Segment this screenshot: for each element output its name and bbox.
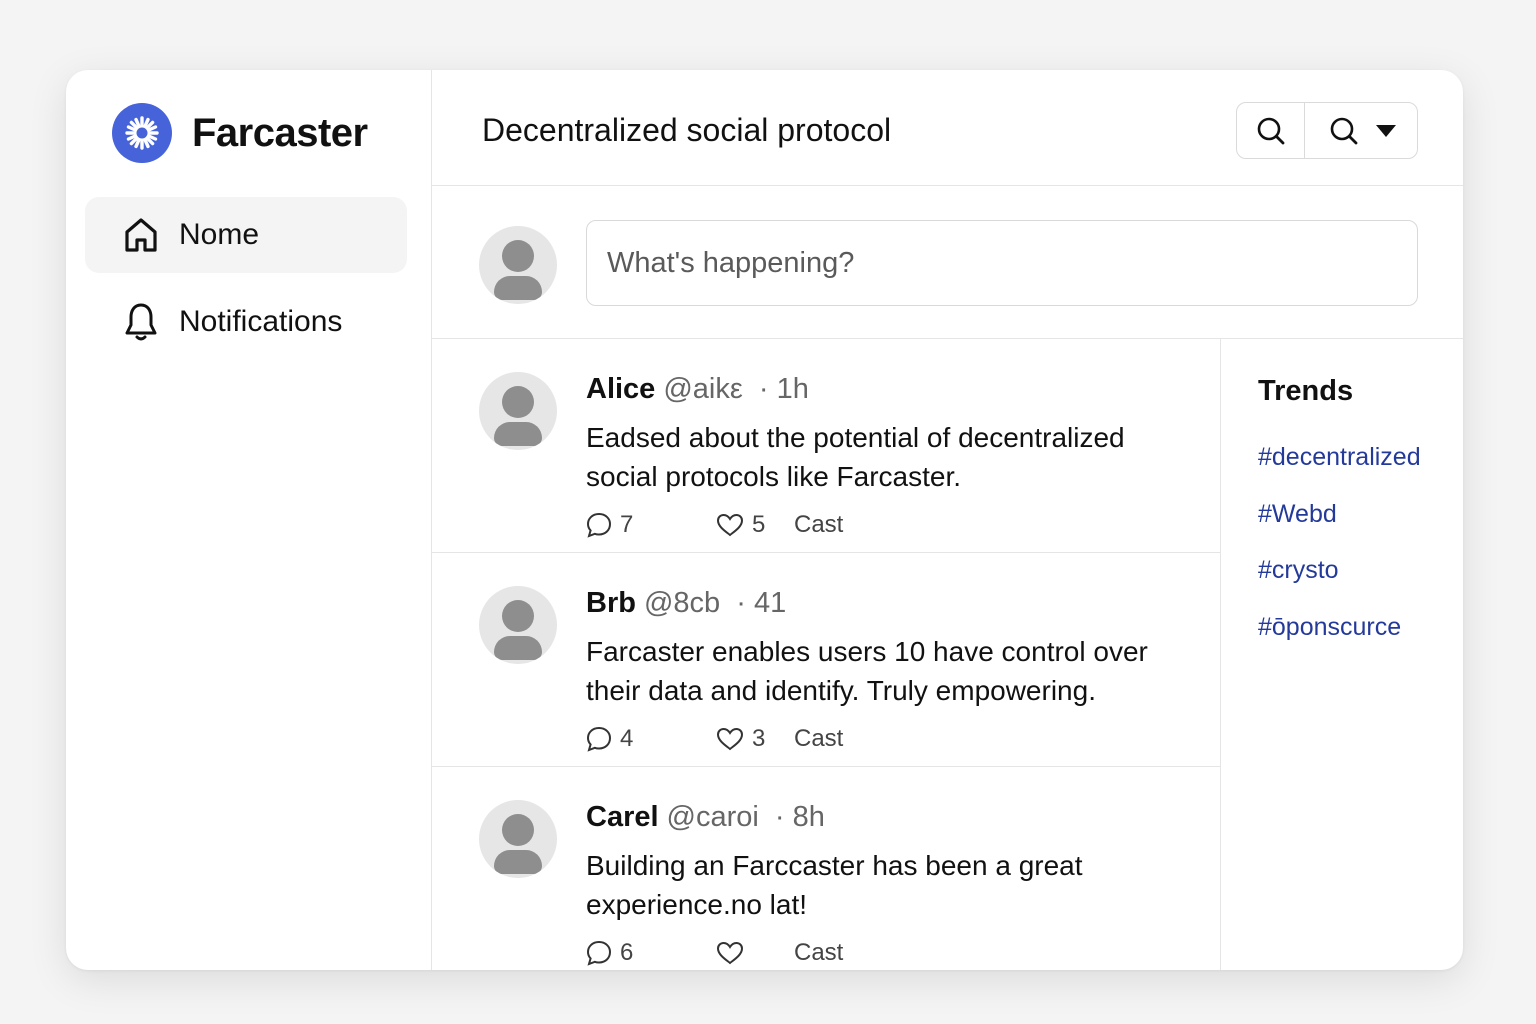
comment-icon [586,726,612,752]
cast-button[interactable]: Cast [794,939,843,967]
comment-icon [586,512,612,538]
feed: Alice @aikε · 1h Eadsed about the potenti… [432,339,1221,970]
compose-input[interactable] [586,220,1418,306]
main-panel: Decentralized social protocol What's hap… [432,70,1463,970]
heart-icon [716,727,744,751]
post-time: 8h [792,801,825,833]
post-header: Carel @caroi · 8h [586,801,825,834]
trend-link[interactable]: #ōponscurce [1258,613,1401,642]
cast-button[interactable]: Cast [794,511,843,539]
post-item[interactable]: Brb @8cb · 41 Farcaster enables users 10 … [432,553,1221,767]
sidebar-item-label: Notifications [179,305,343,338]
like-count: 3 [752,725,766,752]
post-header: Alice @aikε · 1h [586,373,809,406]
like-count: 5 [752,511,766,538]
avatar[interactable] [479,800,557,878]
post-actions: 7 5 Cast [586,511,843,539]
avatar [479,226,557,304]
heart-icon [716,941,744,965]
author-name[interactable]: Alice [586,373,655,405]
farcaster-logo-icon [112,103,172,163]
reply-button[interactable]: 7 [586,511,716,539]
reply-button[interactable]: 4 [586,725,716,753]
post-item[interactable]: Carel @caroi · 8h Building an Farccaster … [432,767,1221,970]
sidebar-item-label: Nome [179,218,260,251]
caret-down-icon [1376,124,1396,137]
author-handle[interactable]: @caroi [667,801,759,833]
sidebar-item-notifications[interactable]: Notifications [85,284,407,360]
post-time: 1h [776,373,809,405]
post-actions: 4 3 Cast [586,725,843,753]
post-header: Brb @8cb · 41 [586,587,786,620]
separator: · [728,587,754,619]
trends-panel: Trends #decentralized #Webd #crysto #ōpo… [1221,339,1463,970]
trends-title: Trends [1258,375,1354,407]
post-body: Eadsed about the potential of decentrali… [586,422,1125,492]
author-handle[interactable]: @aikε [663,373,742,405]
header-toolbar [1236,102,1418,159]
heart-icon [716,513,744,537]
trend-link[interactable]: #decentralized [1258,443,1421,472]
page-title: Decentralized social protocol [482,112,892,148]
composer [432,186,1463,339]
post-time: 41 [753,587,787,619]
post-body: Farcaster enables users 10 have control … [586,636,1148,706]
author-handle[interactable]: @8cb [644,587,720,619]
author-name[interactable]: Carel [586,801,659,833]
search-icon [1330,117,1358,144]
author-name[interactable]: Brb [586,587,636,619]
search-options-dropdown[interactable] [1305,103,1417,158]
app-logo[interactable]: Farcaster [112,103,368,163]
reply-button[interactable]: 6 [586,939,716,967]
search-icon [1257,117,1284,144]
sidebar-item-home[interactable]: Nome [85,197,407,273]
trend-link[interactable]: #Webd [1258,500,1337,529]
cast-button[interactable]: Cast [794,725,843,753]
search-button[interactable] [1237,103,1305,158]
reply-count: 6 [620,939,634,966]
separator: · [766,801,793,833]
avatar[interactable] [479,586,557,664]
comment-icon [586,940,612,966]
app-window: Farcaster Nome Notifications Decentraliz… [66,70,1463,970]
post-body: Building an Farccaster has been a great … [586,850,1083,920]
post-item[interactable]: Alice @aikε · 1h Eadsed about the potenti… [432,339,1221,553]
home-icon [123,215,159,255]
reply-count: 4 [620,725,634,752]
post-actions: 6 Cast [586,939,843,967]
trend-link[interactable]: #crysto [1258,556,1339,585]
app-name: Farcaster [192,110,368,155]
separator: · [750,373,777,405]
like-button[interactable]: 5 [716,511,794,539]
header: Decentralized social protocol [432,70,1463,186]
sidebar: Farcaster Nome Notifications [66,70,432,970]
bell-icon [123,302,159,342]
like-button[interactable]: 3 [716,725,794,753]
avatar[interactable] [479,372,557,450]
like-button[interactable] [716,941,794,965]
reply-count: 7 [620,511,634,538]
